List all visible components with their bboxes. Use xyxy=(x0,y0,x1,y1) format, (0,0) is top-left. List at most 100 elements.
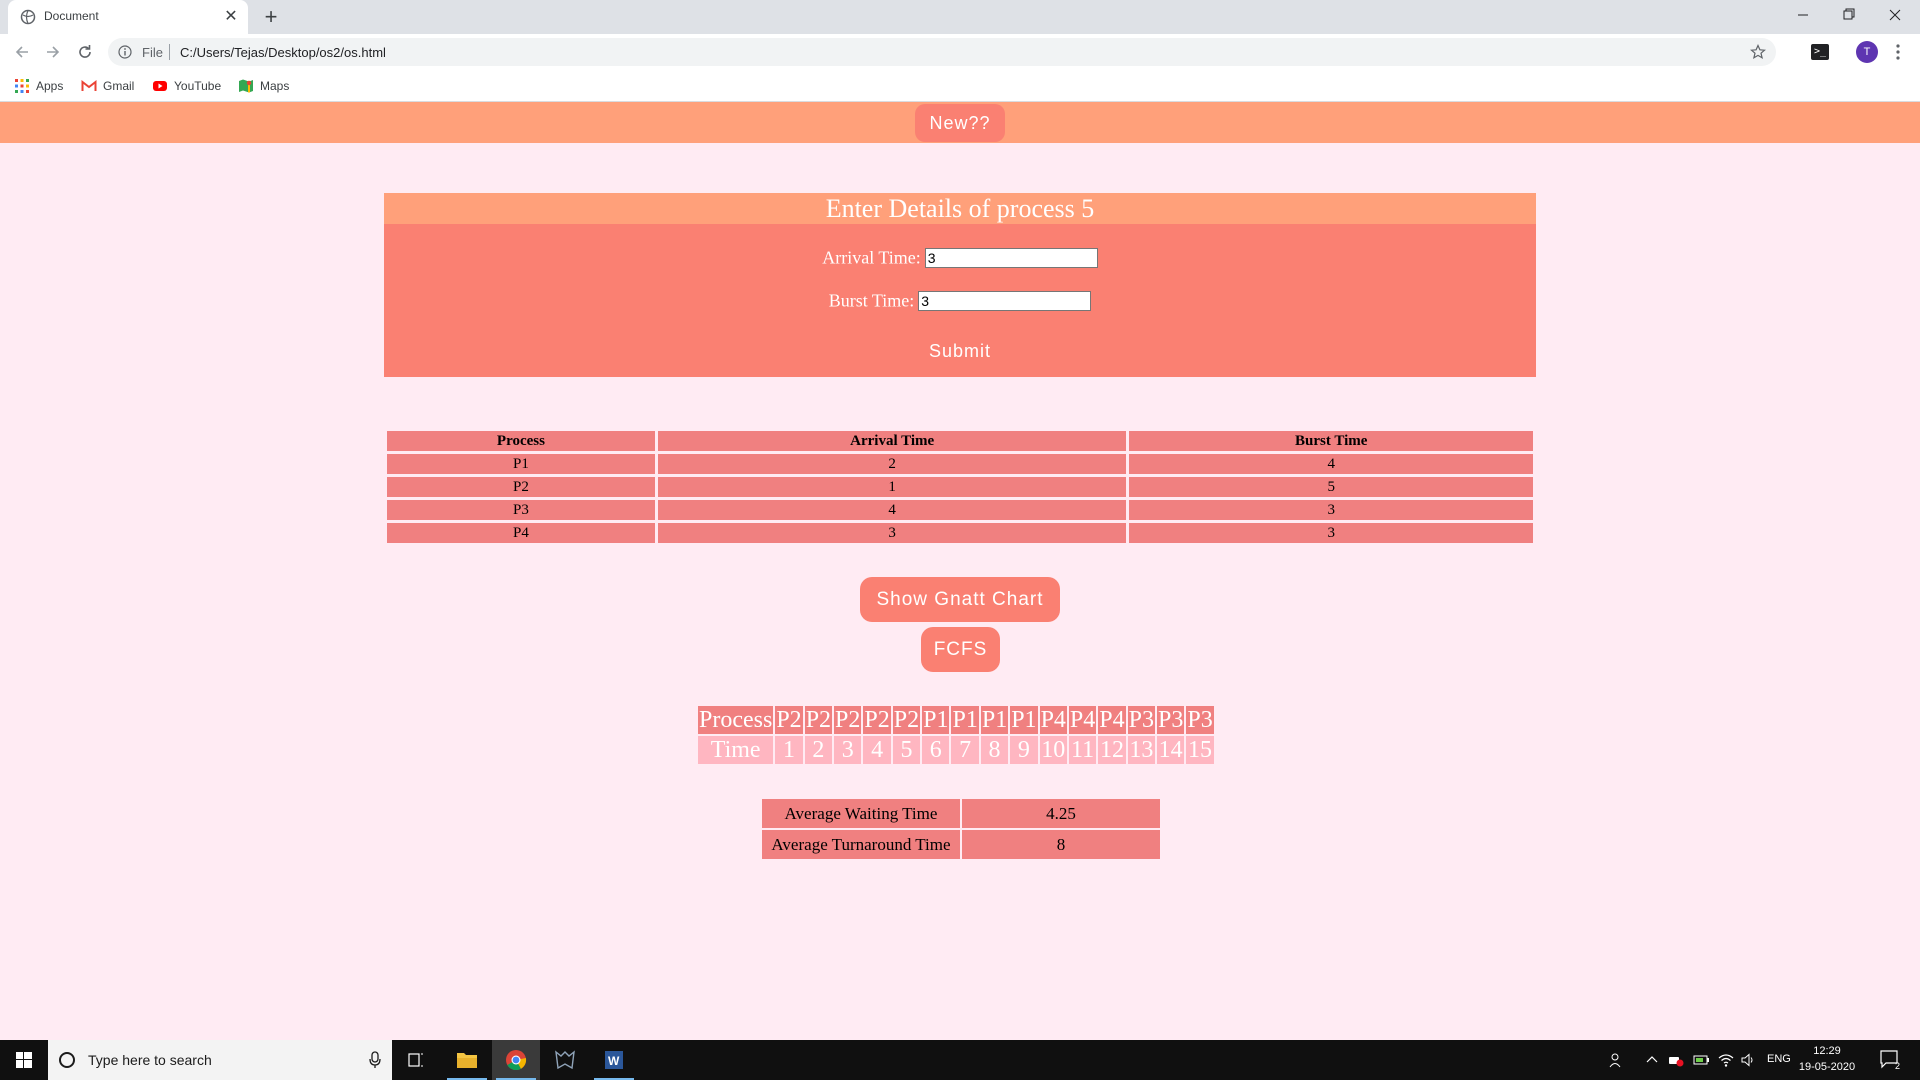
submit-button[interactable]: Submit xyxy=(384,341,1536,362)
gantt-time-cell: 12 xyxy=(1098,736,1126,764)
security-alert-icon[interactable] xyxy=(1668,1052,1684,1068)
gantt-time-cell: 9 xyxy=(1010,736,1038,764)
microphone-icon[interactable] xyxy=(368,1051,382,1069)
gantt-process-cell: P4 xyxy=(1068,706,1097,734)
terminal-extension-icon[interactable]: >_ xyxy=(1811,44,1829,60)
svg-text:W: W xyxy=(608,1054,620,1068)
gantt-time-cell: 6 xyxy=(922,736,950,764)
profile-avatar[interactable]: T xyxy=(1856,41,1878,63)
column-header: Arrival Time xyxy=(657,431,1127,451)
gantt-process-cell: P4 xyxy=(1039,706,1067,734)
gantt-time-cell: 7 xyxy=(951,736,979,764)
process-cell: P4 xyxy=(387,523,655,543)
browser-toolbar: File C:/Users/Tejas/Desktop/os2/os.html … xyxy=(0,34,1920,70)
taskbar-search[interactable]: Type here to search xyxy=(48,1040,392,1080)
top-bar: New?? xyxy=(0,102,1920,143)
bookmark-label: Gmail xyxy=(103,79,135,93)
gantt-chart: Process P2 P2 P2 P2 P2 P1 P1 P1 P1 P4 P4 P4 P3 P3 P3 T… xyxy=(696,704,1216,766)
form-title: Enter Details of process 5 xyxy=(384,193,1536,224)
system-clock[interactable]: 12:29 19-05-2020 xyxy=(1796,1043,1858,1075)
arrival-time-input[interactable]: 3 xyxy=(924,247,1098,268)
url-scheme: File xyxy=(142,45,163,60)
gantt-process-cell: P3 xyxy=(1157,706,1185,734)
gantt-process-cell: P1 xyxy=(951,706,979,734)
gantt-process-cell: P2 xyxy=(804,706,833,734)
gmail-icon xyxy=(81,78,97,94)
arrival-cell: 1 xyxy=(657,477,1127,497)
show-gnatt-chart-button[interactable]: Show Gnatt Chart xyxy=(860,577,1060,622)
bookmark-maps[interactable]: Maps xyxy=(238,77,289,95)
browser-tab[interactable]: Document ✕ xyxy=(8,0,248,34)
bookmark-apps[interactable]: Apps xyxy=(14,77,63,95)
kebab-menu-icon[interactable] xyxy=(1888,42,1908,62)
average-turnaround-time-value: 8 xyxy=(962,830,1160,859)
people-icon[interactable] xyxy=(1608,1052,1624,1068)
table-row: P2 1 5 xyxy=(387,477,1533,497)
back-arrow-icon[interactable] xyxy=(12,42,32,62)
bookmark-gmail[interactable]: Gmail xyxy=(81,77,134,95)
gantt-time-cell: 10 xyxy=(1039,736,1067,764)
arrival-time-label: Arrival Time: xyxy=(822,247,921,268)
arrival-cell: 4 xyxy=(657,500,1127,520)
notification-count: 2 xyxy=(1895,1061,1900,1070)
wifi-icon[interactable] xyxy=(1718,1052,1734,1068)
restore-icon[interactable] xyxy=(1826,0,1872,30)
url-separator xyxy=(169,44,170,60)
burst-cell: 3 xyxy=(1129,523,1533,543)
gantt-process-cell: P1 xyxy=(980,706,1009,734)
word-icon[interactable]: W xyxy=(590,1040,638,1080)
gantt-time-cell: 14 xyxy=(1157,736,1185,764)
start-button[interactable] xyxy=(0,1040,48,1080)
tab-close-icon[interactable]: ✕ xyxy=(222,8,240,26)
volume-icon[interactable] xyxy=(1740,1052,1756,1068)
address-bar[interactable]: File C:/Users/Tejas/Desktop/os2/os.html xyxy=(108,38,1776,66)
windows-taskbar: Type here to search W ENG 12:29 19-05-20… xyxy=(0,1040,1920,1080)
gantt-time-row: Time 1 2 3 4 5 6 7 8 9 10 11 12 13 14 15 xyxy=(698,736,1214,764)
notification-center-icon[interactable]: 2 xyxy=(1880,1050,1902,1070)
chrome-icon[interactable] xyxy=(492,1040,540,1080)
search-placeholder: Type here to search xyxy=(88,1052,212,1068)
close-window-icon[interactable] xyxy=(1872,0,1918,30)
new-tab-button[interactable]: + xyxy=(260,6,282,28)
task-view-icon[interactable] xyxy=(392,1040,440,1080)
gantt-process-cell: P3 xyxy=(1186,706,1214,734)
fcfs-button[interactable]: FCFS xyxy=(921,627,1000,672)
gantt-time-cell: 5 xyxy=(892,736,921,764)
gantt-process-cell: P1 xyxy=(1010,706,1038,734)
process-cell: P1 xyxy=(387,454,655,474)
game-app-icon[interactable] xyxy=(541,1040,589,1080)
tab-strip: Document ✕ + xyxy=(0,0,1920,34)
bookmark-label: Maps xyxy=(260,79,290,93)
tab-title: Document xyxy=(44,9,99,23)
reload-icon[interactable] xyxy=(75,42,95,62)
gantt-process-cell: P2 xyxy=(863,706,891,734)
url-text[interactable]: C:/Users/Tejas/Desktop/os2/os.html xyxy=(180,45,386,60)
table-row: Average Waiting Time 4.25 xyxy=(762,799,1160,828)
process-cell: P2 xyxy=(387,477,655,497)
new-button[interactable]: New?? xyxy=(915,104,1005,142)
gantt-process-cell: P4 xyxy=(1098,706,1126,734)
bookmark-label: Apps xyxy=(36,79,64,93)
gantt-time-cell: 3 xyxy=(834,736,862,764)
bookmark-label: YouTube xyxy=(174,79,222,93)
table-row: P1 2 4 xyxy=(387,454,1533,474)
battery-icon[interactable] xyxy=(1693,1052,1711,1068)
forward-arrow-icon[interactable] xyxy=(43,42,63,62)
file-explorer-icon[interactable] xyxy=(443,1040,491,1080)
arrival-time-row: Arrival Time: 3 xyxy=(384,246,1536,268)
chevron-up-icon[interactable] xyxy=(1645,1052,1659,1068)
gantt-time-cell: 1 xyxy=(775,736,803,764)
process-cell: P3 xyxy=(387,500,655,520)
arrival-cell: 3 xyxy=(657,523,1127,543)
clock-date: 19-05-2020 xyxy=(1798,1061,1856,1073)
table-header-row: Process Arrival Time Burst Time xyxy=(387,431,1533,451)
info-icon[interactable] xyxy=(118,45,132,59)
gantt-row-label: Time xyxy=(698,736,774,764)
language-indicator[interactable]: ENG xyxy=(1767,1053,1791,1065)
minimize-icon[interactable] xyxy=(1780,0,1826,30)
gantt-time-cell: 15 xyxy=(1186,736,1214,764)
bookmark-star-icon[interactable] xyxy=(1750,44,1766,60)
gantt-process-row: Process P2 P2 P2 P2 P2 P1 P1 P1 P1 P4 P4 P4 P3 P3 P3 xyxy=(698,706,1214,734)
bookmark-youtube[interactable]: YouTube xyxy=(152,77,221,95)
burst-time-input[interactable]: 3 xyxy=(918,290,1092,311)
